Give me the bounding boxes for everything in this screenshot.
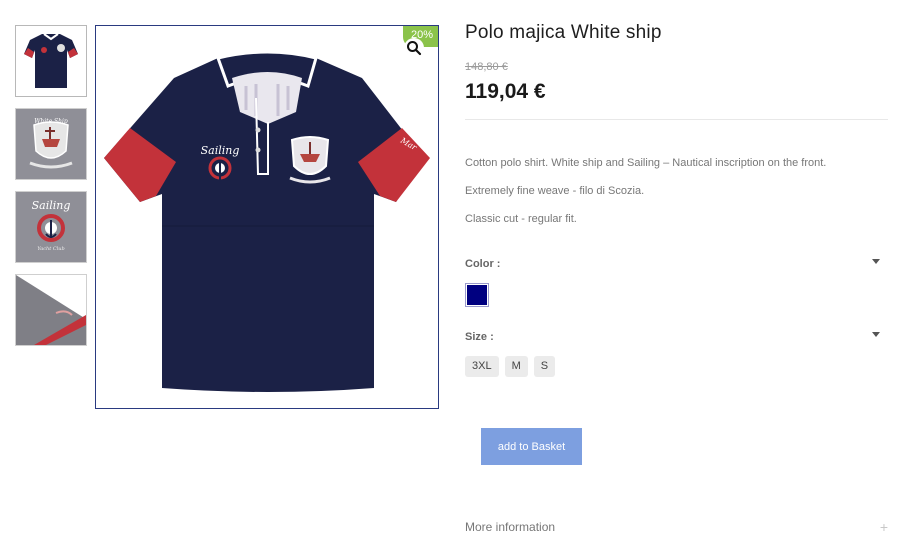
description-line: Classic cut - regular fit. <box>465 213 577 225</box>
plus-icon: + <box>879 519 888 535</box>
polo-shirt-image: Sailing Mar <box>104 50 430 392</box>
size-list: 3XL M S <box>465 356 888 377</box>
magnifier-icon[interactable] <box>404 38 424 58</box>
more-information-toggle[interactable]: More information + <box>465 519 888 538</box>
svg-text:Yacht Club: Yacht Club <box>37 246 64 252</box>
product-description: Cotton polo shirt. White ship and Sailin… <box>465 157 888 225</box>
sailing-thumbnail-image: Sailing Yacht Club <box>16 192 86 262</box>
thumbnail-sailing-emblem[interactable]: Sailing Yacht Club <box>15 191 87 263</box>
description-line: Cotton polo shirt. White ship and Sailin… <box>465 157 827 169</box>
product-info: Polo majica White ship 148,80 € 119,04 €… <box>465 20 888 377</box>
emblem-thumbnail-image: White Ship <box>16 109 86 179</box>
product-title: Polo majica White ship <box>465 22 662 43</box>
thumbnail-white-ship-emblem[interactable]: White Ship <box>15 108 87 180</box>
sleeve-thumbnail-image <box>16 275 86 345</box>
svg-text:Sailing: Sailing <box>32 199 71 212</box>
main-product-image[interactable]: Sailing Mar 20% <box>95 25 439 409</box>
color-label: Color : <box>465 258 501 270</box>
color-swatch-navy[interactable] <box>465 283 489 307</box>
size-label: Size : <box>465 331 494 343</box>
size-3xl[interactable]: 3XL <box>465 356 499 377</box>
shirt-thumbnail-image <box>16 26 86 96</box>
svg-text:Sailing: Sailing <box>201 144 240 157</box>
size-m[interactable]: M <box>504 356 528 377</box>
thumbnail-list: White Ship Sailing Yacht Club <box>15 25 87 357</box>
add-to-basket-button[interactable]: add to Basket <box>481 428 582 465</box>
old-price: 148,80 € <box>465 61 508 73</box>
svg-text:White Ship: White Ship <box>34 118 68 125</box>
thumbnail-front-shirt[interactable] <box>15 25 87 97</box>
size-option: Size : <box>465 327 888 343</box>
chevron-down-icon[interactable] <box>872 332 880 337</box>
divider <box>465 119 888 120</box>
more-information-label: More information <box>465 520 556 534</box>
description-line: Extremely fine weave - filo di Scozia. <box>465 185 645 197</box>
size-s[interactable]: S <box>533 356 556 377</box>
thumbnail-sleeve-detail[interactable] <box>15 274 87 346</box>
current-price: 119,04 € <box>465 80 546 103</box>
chevron-down-icon[interactable] <box>872 259 880 264</box>
product-page: White Ship Sailing Yacht Club Sailing Ma… <box>0 0 920 548</box>
color-option: Color : <box>465 254 888 270</box>
